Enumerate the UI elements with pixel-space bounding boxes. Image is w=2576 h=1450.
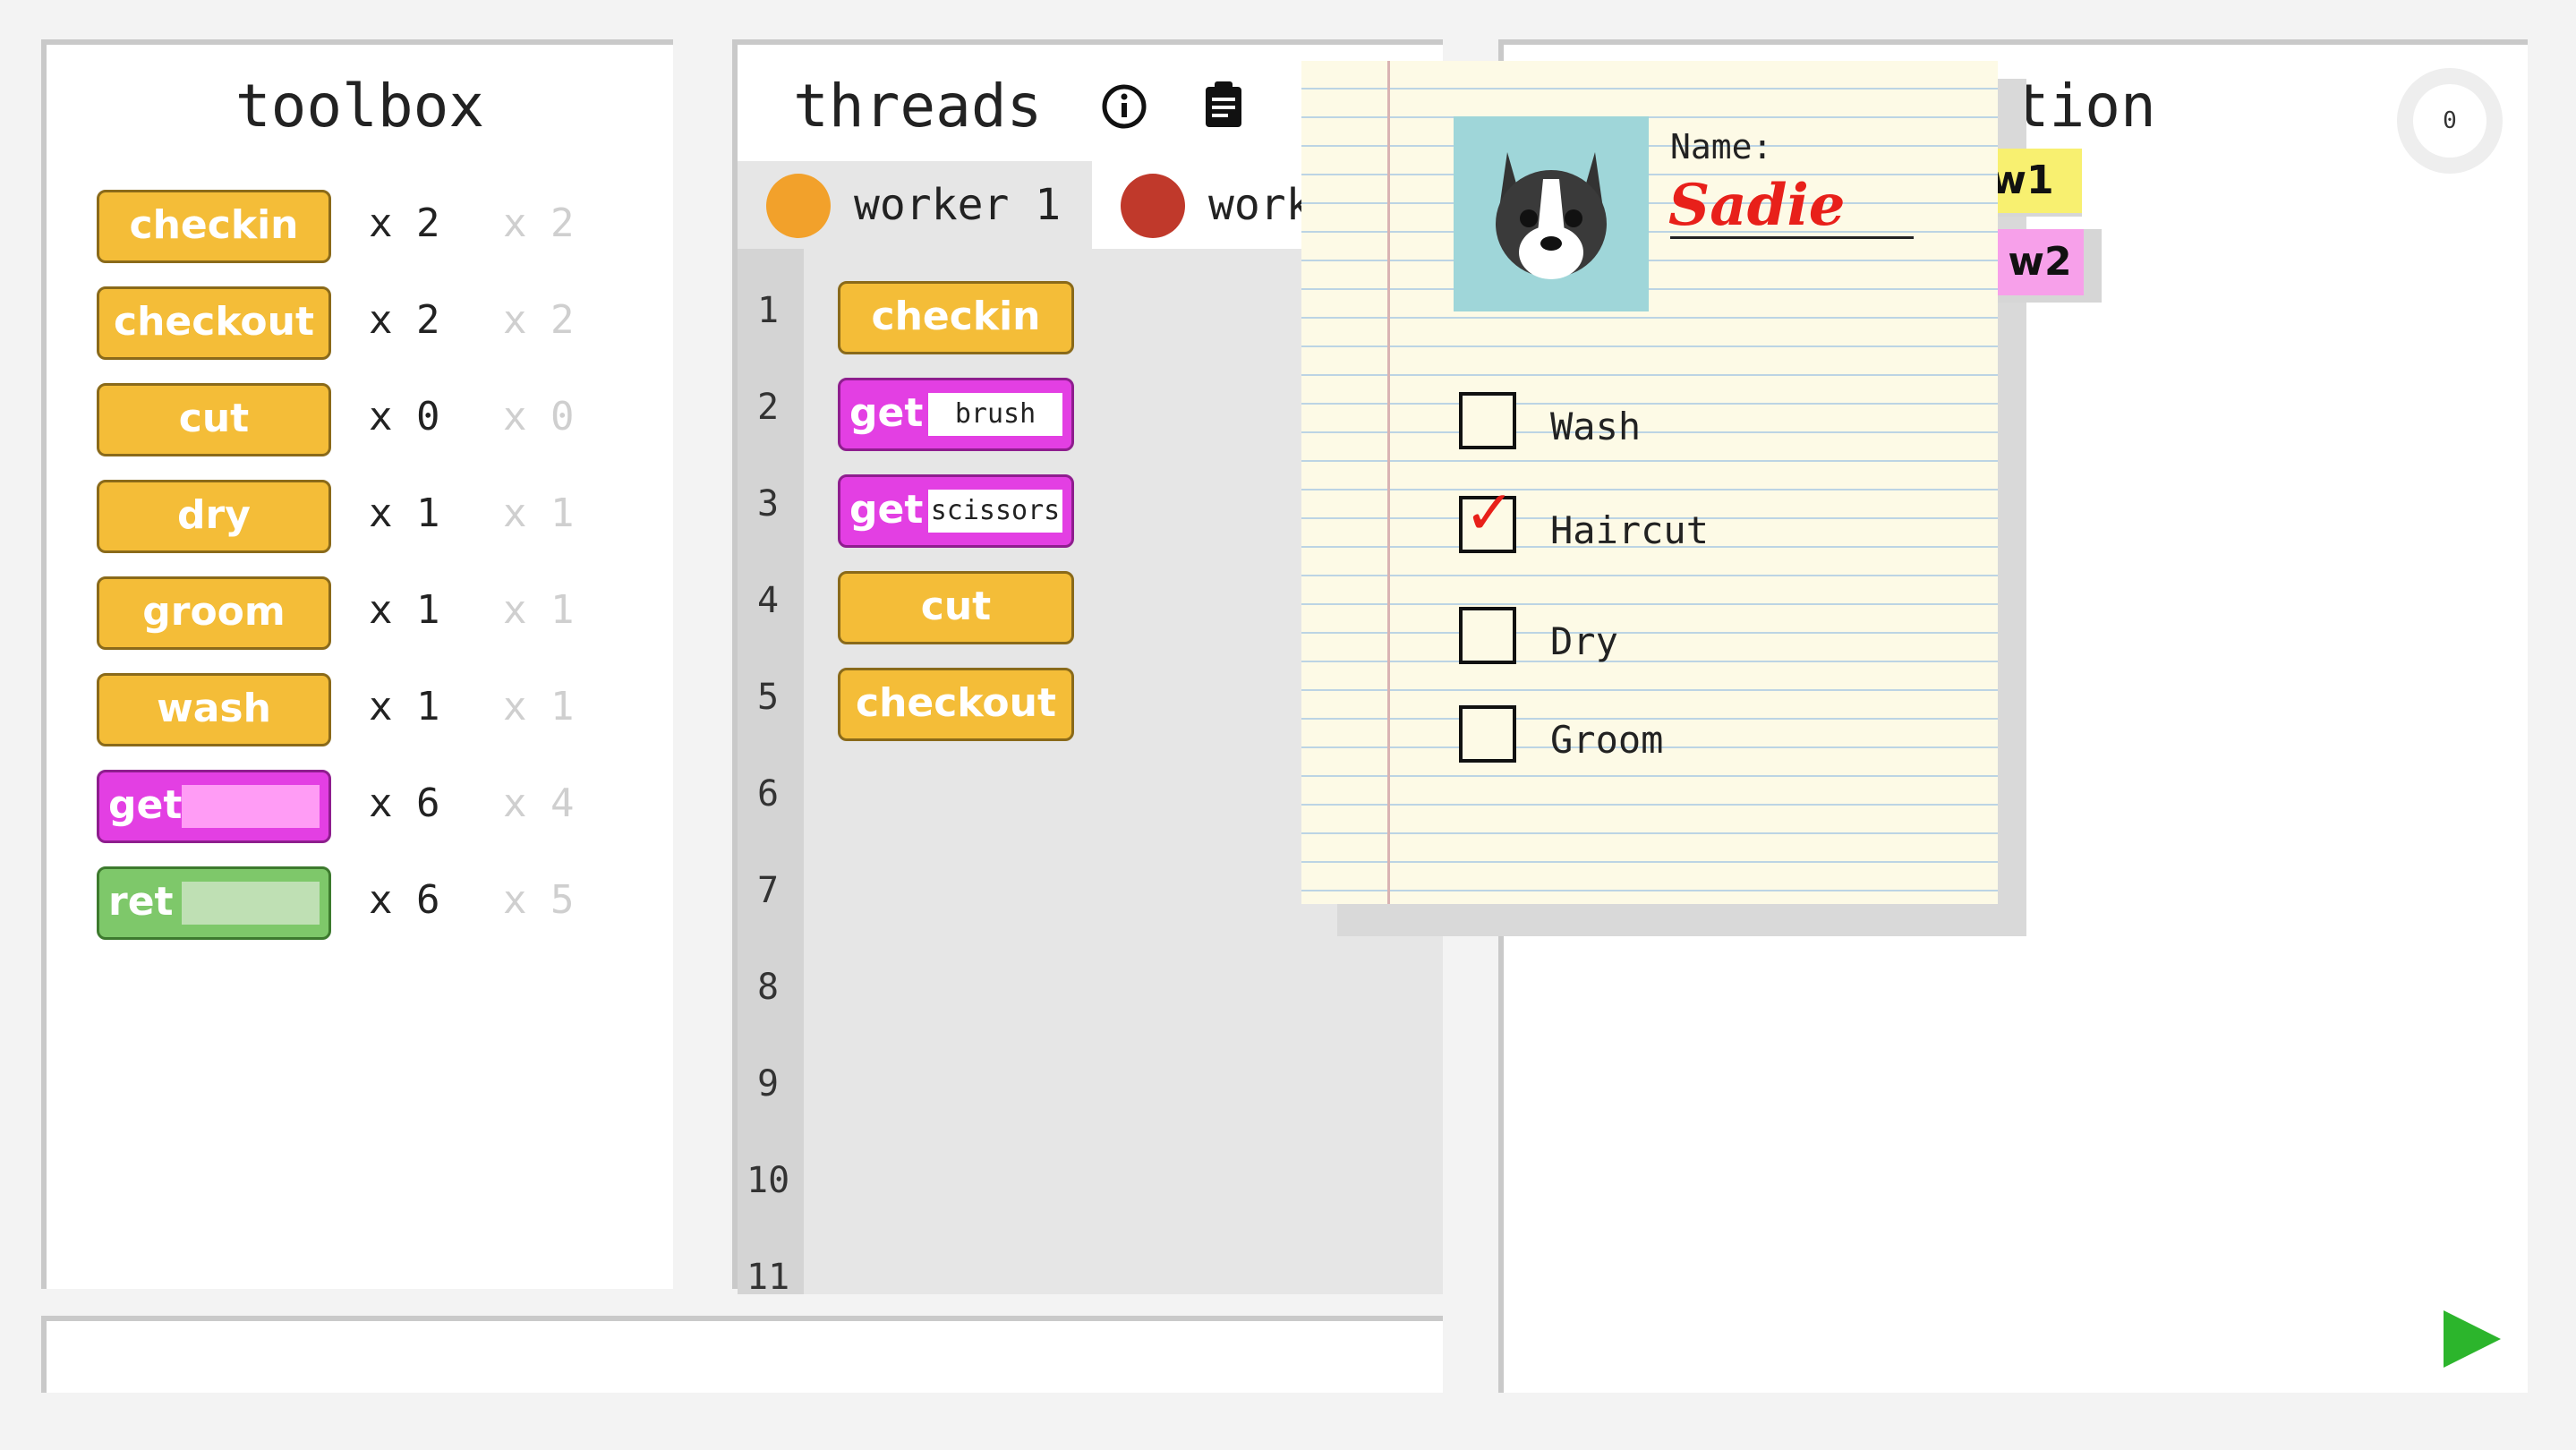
toolbox-max: x 1: [503, 490, 575, 536]
toolbox-max: x 0: [503, 394, 575, 439]
timer-value: 0: [2413, 84, 2486, 158]
code-block-checkin[interactable]: checkin: [838, 281, 1074, 354]
line-number: 7: [757, 870, 780, 911]
console-panel: [41, 1316, 1443, 1393]
block-keyword: get: [108, 782, 183, 828]
timer-dial: 0: [2397, 68, 2503, 174]
clipboard-icon[interactable]: [1203, 75, 1244, 144]
line-number: 10: [746, 1160, 790, 1201]
toolbox-block-groom[interactable]: groom: [97, 576, 331, 650]
line-number: 8: [757, 967, 780, 1008]
block-keyword: get: [849, 487, 924, 533]
toolbox-block-checkin[interactable]: checkin: [97, 190, 331, 263]
threads-title-text: threads: [793, 72, 1043, 141]
customer-note: Name: Sadie Wash ✓ Haircut Dry Groom: [1301, 61, 1998, 904]
toolbox-block-get[interactable]: get: [97, 770, 331, 843]
name-underline: [1670, 236, 1914, 239]
toolbox-block-wash[interactable]: wash: [97, 673, 331, 746]
name-value: Sadie: [1668, 172, 1846, 239]
toolbox-title: toolbox: [235, 72, 485, 141]
check-mark-icon: ✓: [1468, 471, 1510, 551]
get-arg-brush[interactable]: brush: [928, 393, 1062, 436]
line-number: 4: [757, 580, 780, 621]
dog-photo: [1454, 116, 1649, 311]
block-keyword: get: [849, 390, 924, 436]
line-number: 1: [757, 290, 780, 331]
haircut-checkbox[interactable]: ✓: [1459, 476, 1516, 553]
line-number: 9: [757, 1063, 780, 1105]
toolbox-panel: toolbox checkin x 2 x 2 checkout x 2 x 2…: [41, 39, 673, 1289]
code-block-cut[interactable]: cut: [838, 571, 1074, 644]
info-icon[interactable]: [1101, 75, 1147, 144]
play-button-icon[interactable]: [2444, 1310, 2501, 1368]
line-number: 5: [757, 677, 780, 718]
get-arg-scissors[interactable]: scissors: [928, 490, 1062, 533]
ret-slot[interactable]: [182, 882, 320, 925]
block-keyword: ret: [108, 879, 174, 925]
toolbox-block-checkout[interactable]: checkout: [97, 286, 331, 360]
code-block-checkout[interactable]: checkout: [838, 668, 1074, 741]
toolbox-block-dry[interactable]: dry: [97, 480, 331, 553]
toolbox-block-cut[interactable]: cut: [97, 383, 331, 456]
get-slot[interactable]: [182, 785, 320, 828]
toolbox-max: x 2: [503, 297, 575, 343]
worker-1-avatar-icon: [766, 174, 831, 238]
toolbox-count: x 1: [369, 587, 440, 633]
dry-checkbox[interactable]: [1459, 607, 1516, 664]
task-groom: Groom: [1550, 718, 1664, 762]
toolbox-count: x 1: [369, 684, 440, 729]
toolbox-count: x 0: [369, 394, 440, 439]
task-wash: Wash: [1550, 405, 1642, 448]
toolbox-max: x 1: [503, 587, 575, 633]
tag-w2: w2: [1996, 229, 2084, 295]
toolbox-count: x 2: [369, 200, 440, 246]
line-number: 3: [757, 483, 780, 525]
tab-worker-1[interactable]: worker 1: [738, 161, 1092, 249]
code-block-get[interactable]: get scissors: [838, 474, 1074, 548]
toolbox-max: x 1: [503, 684, 575, 729]
toolbox-count: x 2: [369, 297, 440, 343]
line-number: 2: [757, 387, 780, 428]
tab-label: worker 1: [854, 180, 1062, 230]
note-margin-line: [1387, 61, 1390, 904]
toolbox-max: x 4: [503, 780, 575, 826]
task-dry: Dry: [1550, 619, 1618, 663]
toolbox-count: x 1: [369, 490, 440, 536]
toolbox-count: x 6: [369, 877, 440, 923]
wash-checkbox[interactable]: [1459, 392, 1516, 449]
worker-2-avatar-icon: [1121, 174, 1185, 238]
line-number: 6: [757, 773, 780, 815]
toolbox-count: x 6: [369, 780, 440, 826]
toolbox-max: x 5: [503, 877, 575, 923]
toolbox-block-ret[interactable]: ret: [97, 866, 331, 940]
groom-checkbox[interactable]: [1459, 705, 1516, 763]
line-number-gutter: 1 2 3 4 5 6 7 8 9 10 11: [738, 249, 804, 1298]
toolbox-max: x 2: [503, 200, 575, 246]
task-haircut: Haircut: [1550, 508, 1710, 552]
line-number: 11: [746, 1257, 790, 1298]
code-block-get[interactable]: get brush: [838, 378, 1074, 451]
name-label: Name:: [1670, 127, 1773, 166]
dog-face-icon: [1496, 152, 1607, 279]
